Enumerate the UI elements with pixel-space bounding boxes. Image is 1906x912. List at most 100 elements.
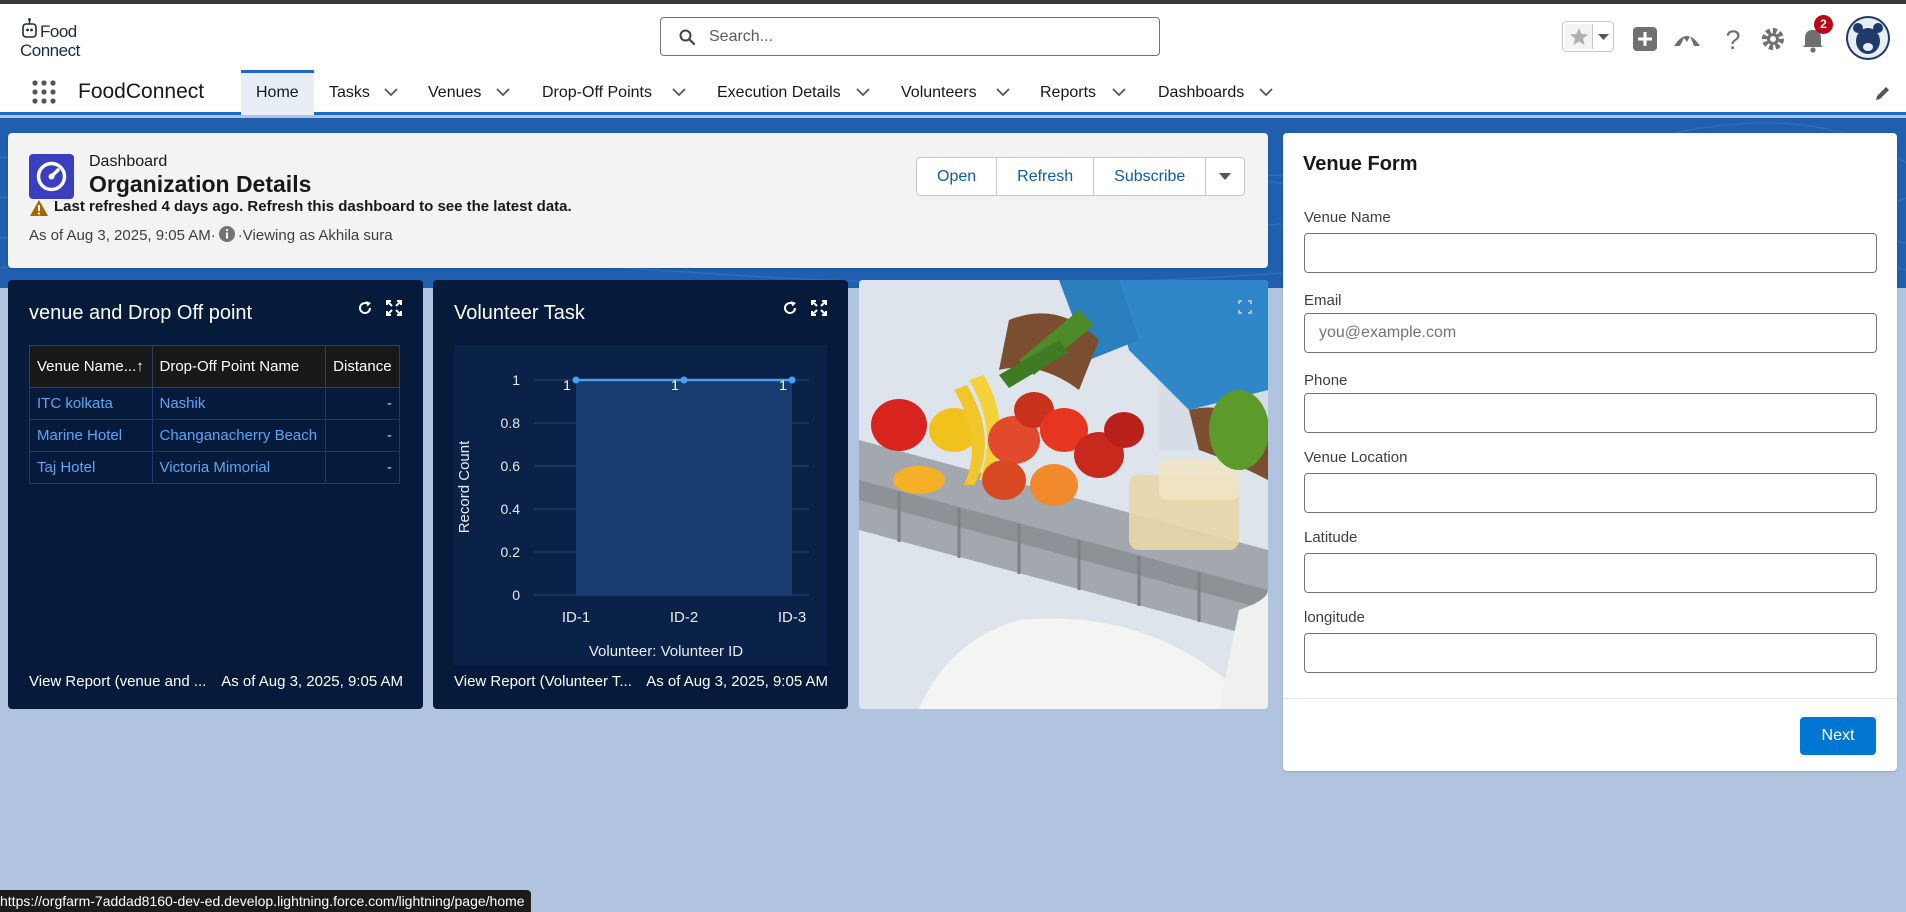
chevron-down-icon[interactable]	[1112, 87, 1126, 97]
tab-reports[interactable]: Reports	[1040, 70, 1128, 115]
latitude-label: Latitude	[1304, 529, 1358, 546]
table-header-row: Venue Name...↑ Drop-Off Point Name Dista…	[29, 345, 400, 388]
x-axis-title: Volunteer: Volunteer ID	[589, 643, 743, 660]
venue-name-input[interactable]	[1304, 233, 1877, 273]
y-tick-label: 1	[512, 372, 520, 388]
form-footer-divider	[1283, 698, 1897, 699]
column-label: Venue Name	[37, 358, 124, 375]
longitude-input[interactable]	[1304, 633, 1877, 673]
table-row: Taj Hotel Victoria Mimorial -	[29, 451, 400, 484]
email-input[interactable]	[1304, 313, 1877, 353]
data-point	[680, 376, 688, 384]
search-input[interactable]	[709, 26, 1139, 48]
tab-label: Drop-Off Points	[542, 84, 652, 101]
next-button[interactable]: Next	[1800, 717, 1876, 755]
dashboard-meta: As of Aug 3, 2025, 9:05 AM· ·Viewing as A…	[29, 225, 393, 244]
viewing-as: Viewing as Akhila sura	[242, 227, 393, 244]
refresh-widget-icon[interactable]	[782, 300, 798, 316]
series-area	[576, 380, 792, 595]
y-tick-label: 0.4	[501, 501, 521, 517]
subscribe-button[interactable]: Subscribe	[1094, 158, 1207, 195]
global-header: Food Connect ?	[0, 4, 1906, 70]
setup-gear-icon[interactable]	[1758, 24, 1788, 54]
x-tick-label: ID-1	[562, 609, 590, 626]
tab-tasks[interactable]: Tasks	[329, 70, 401, 115]
favorite-star-button[interactable]	[1565, 24, 1593, 49]
app-launcher-icon[interactable]	[30, 78, 58, 106]
chevron-down-icon[interactable]	[496, 87, 510, 97]
warning-icon	[30, 200, 48, 216]
tab-execution-details[interactable]: Execution Details	[717, 70, 873, 115]
tab-label: Home	[256, 84, 299, 101]
expand-widget-icon[interactable]	[386, 300, 402, 316]
expand-widget-icon[interactable]	[811, 300, 827, 316]
view-report-link[interactable]: View Report (Volunteer T...	[454, 673, 632, 690]
venue-name-label: Venue Name	[1304, 209, 1391, 226]
table-row: Marine Hotel Changanacherry Beach -	[29, 419, 400, 452]
venue-table: Venue Name...↑ Drop-Off Point Name Dista…	[29, 345, 400, 484]
tab-label: Volunteers	[901, 84, 977, 101]
app-logo[interactable]: Food Connect	[18, 14, 88, 62]
column-header-dropoff[interactable]: Drop-Off Point Name	[151, 345, 327, 388]
dropoff-link[interactable]: Nashik	[151, 387, 327, 420]
chevron-down-icon[interactable]	[856, 87, 870, 97]
venue-link[interactable]: ITC kolkata	[29, 387, 153, 420]
tab-home[interactable]: Home	[241, 70, 314, 115]
latitude-input[interactable]	[1304, 553, 1877, 593]
dashboard-icon	[29, 154, 74, 199]
tab-drop-off-points[interactable]: Drop-Off Points	[542, 70, 688, 115]
dashboard-type-label: Dashboard	[89, 153, 168, 170]
venue-link[interactable]: Marine Hotel	[29, 419, 153, 452]
separator: ·	[210, 227, 216, 244]
tab-dashboards[interactable]: Dashboards	[1158, 70, 1276, 115]
widget-title: Volunteer Task	[454, 302, 585, 324]
distance-cell: -	[325, 419, 400, 452]
y-tick-label: 0.6	[501, 458, 521, 474]
dropoff-link[interactable]: Changanacherry Beach	[151, 419, 327, 452]
longitude-label: longitude	[1304, 609, 1365, 626]
phone-input[interactable]	[1304, 393, 1877, 433]
chevron-down-icon[interactable]	[672, 87, 686, 97]
venue-form-card: Venue Form Venue Name Email Phone Venue …	[1283, 133, 1897, 771]
global-search[interactable]	[660, 17, 1160, 56]
distance-cell: -	[325, 451, 400, 484]
expand-widget-icon[interactable]	[1238, 300, 1252, 314]
trailhead-guidance-icon[interactable]	[1672, 24, 1702, 54]
chevron-down-icon[interactable]	[384, 87, 398, 97]
info-icon[interactable]	[218, 225, 236, 243]
food-delivery-image	[859, 280, 1268, 709]
tab-venues[interactable]: Venues	[428, 70, 514, 115]
column-header-distance[interactable]: Distance	[325, 345, 400, 388]
app-name: FoodConnect	[78, 80, 205, 103]
favorites-dropdown-button[interactable]	[1595, 24, 1612, 49]
chevron-down-icon[interactable]	[1259, 87, 1273, 97]
more-actions-button[interactable]	[1206, 158, 1244, 195]
y-tick-label: 0.8	[501, 415, 521, 431]
venue-location-input[interactable]	[1304, 473, 1877, 513]
dashboard-as-of: As of Aug 3, 2025, 9:05 AM	[29, 227, 211, 244]
volunteer-task-widget: Volunteer Task 0 0.2 0.4 0.6 0.8 1 1 ID-1 1 ID-2 1…	[433, 280, 848, 709]
open-button[interactable]: Open	[917, 158, 998, 195]
refresh-widget-icon[interactable]	[357, 300, 373, 316]
caret-down-icon	[1598, 34, 1609, 40]
global-create-icon[interactable]	[1630, 24, 1660, 54]
help-icon[interactable]: ?	[1718, 24, 1748, 54]
data-label: 1	[671, 377, 679, 393]
favorites-control[interactable]	[1562, 21, 1614, 52]
widget-as-of: As of Aug 3, 2025, 9:05 AM	[221, 673, 403, 690]
edit-nav-pencil-icon[interactable]	[1874, 84, 1892, 102]
caret-down-icon	[1219, 173, 1232, 180]
dropoff-link[interactable]: Victoria Mimorial	[151, 451, 327, 484]
form-title: Venue Form	[1303, 153, 1418, 175]
venue-location-label: Venue Location	[1304, 449, 1408, 466]
widget-as-of: As of Aug 3, 2025, 9:05 AM	[646, 673, 828, 690]
view-report-link[interactable]: View Report (venue and ...	[29, 673, 206, 690]
venue-link[interactable]: Taj Hotel	[29, 451, 153, 484]
phone-label: Phone	[1304, 372, 1348, 389]
user-avatar[interactable]	[1846, 16, 1890, 60]
refresh-button[interactable]: Refresh	[997, 158, 1095, 195]
column-header-venue[interactable]: Venue Name...↑	[29, 345, 153, 388]
tab-volunteers[interactable]: Volunteers	[901, 70, 1013, 115]
search-icon	[679, 29, 695, 45]
chevron-down-icon[interactable]	[996, 87, 1010, 97]
